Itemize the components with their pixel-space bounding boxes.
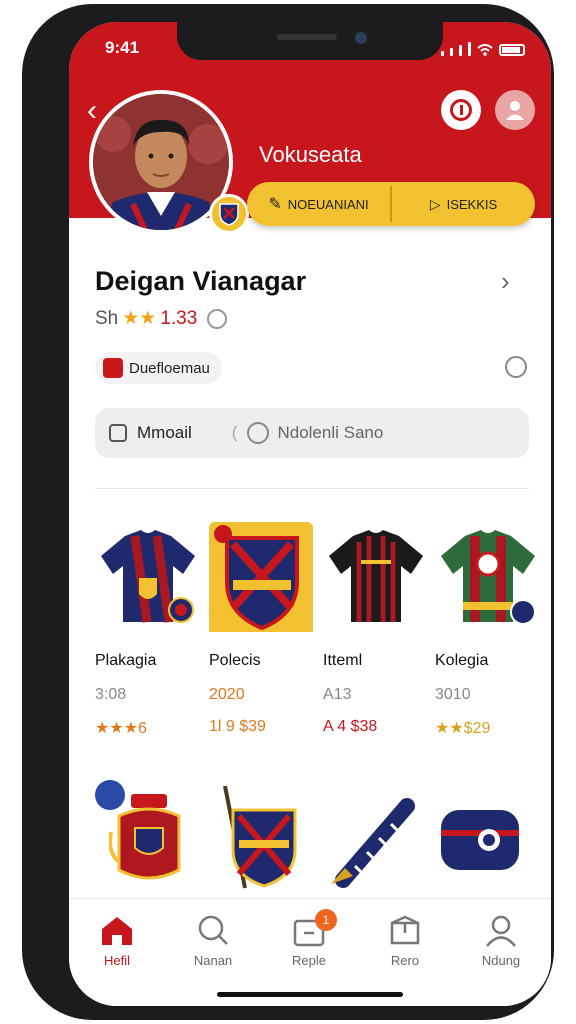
jersey-image [441, 530, 536, 625]
share-button[interactable]: ▷ ISEKKIS [392, 182, 535, 226]
verified-icon [207, 308, 228, 329]
nav-item-home[interactable]: Hefil [77, 915, 157, 968]
status-time: 9:41 [105, 38, 140, 57]
power-icon [450, 99, 472, 121]
rating-value: 1.33 [160, 307, 198, 329]
product-price: A 4 $38 [323, 718, 378, 735]
product-name: Plakagia [95, 652, 157, 669]
mail-icon [109, 424, 127, 442]
bottom-nav: Hefil Nanan 1 Reple Rero Ndung [69, 898, 551, 1006]
trophy-image[interactable] [109, 792, 189, 892]
club-crest-image [209, 522, 313, 632]
nav-label: Nanan [193, 953, 233, 968]
club-badge-icon [209, 194, 249, 234]
club-crest-icon [103, 358, 123, 378]
shirt-folded-image[interactable] [439, 802, 523, 878]
share-label: ISEKKIS [446, 196, 498, 212]
product-sales: 2020 [209, 686, 245, 703]
product-price: 1l 9 $39 [209, 718, 266, 735]
rating-row: Sh ★★ 1.33 [95, 307, 228, 330]
signal-icon [441, 51, 444, 56]
search-bar[interactable]: Mmoail ( Ndolenli Sano [95, 408, 529, 458]
nav-item-orders[interactable]: Rero [365, 915, 445, 968]
profile-name: Deigan Vianagar [95, 266, 307, 296]
nav-item-search[interactable]: Nanan [173, 915, 253, 968]
edit-label: NOEUANIANI [287, 196, 369, 212]
box-icon [390, 915, 420, 945]
power-button[interactable] [441, 90, 481, 130]
product-price: ★★$29 [435, 720, 491, 737]
home-indicator [217, 992, 403, 997]
product-sales: A13 [323, 686, 352, 703]
search-separator: ( [231, 423, 238, 442]
jersey-image [101, 530, 195, 623]
club-tag[interactable]: Duefloemau [95, 352, 222, 384]
compass-icon [247, 422, 270, 444]
product-sales: 3010 [435, 686, 471, 703]
chevron-right-icon[interactable]: › [501, 266, 510, 297]
jersey-image [329, 530, 423, 622]
star-icon: ★★ [122, 308, 157, 329]
info-icon[interactable] [505, 356, 527, 378]
cart-count-badge: 1 [315, 909, 337, 931]
camera-icon [355, 32, 367, 44]
product-name: Itteml [323, 652, 363, 669]
search-input[interactable]: Ndolenli Sano [277, 423, 383, 443]
rating-prefix: Sh [95, 307, 119, 329]
battery-icon [499, 44, 525, 56]
nav-item-profile[interactable]: Ndung [461, 915, 541, 968]
section-divider [95, 488, 529, 489]
edit-button[interactable]: ✎ NOEUANIANI [247, 182, 390, 226]
app-screen: 9:41 ‹ Vokuseata ✎ NOEUANIANI ▷ ISEKKIS … [69, 22, 551, 1006]
pennant-image[interactable] [219, 784, 299, 894]
scarf-image[interactable] [327, 796, 421, 888]
user-icon [506, 101, 524, 120]
back-button[interactable]: ‹ [87, 94, 97, 128]
nav-label: Rero [390, 953, 420, 968]
notch [177, 22, 443, 60]
profile-actions: ✎ NOEUANIANI ▷ ISEKKIS [247, 182, 535, 226]
search-icon [198, 915, 228, 945]
product-sales: 3:08 [95, 686, 127, 703]
edit-icon: ✎ [268, 196, 282, 213]
nav-label: Ndung [481, 953, 521, 968]
product-price: ★★★6 [95, 720, 147, 737]
club-tag-label: Duefloemau [129, 359, 210, 377]
wifi-icon [477, 44, 493, 56]
account-button[interactable] [495, 90, 535, 130]
home-icon [102, 917, 132, 945]
phone-frame: 9:41 ‹ Vokuseata ✎ NOEUANIANI ▷ ISEKKIS … [22, 4, 554, 1020]
product-name: Polecis [209, 652, 261, 669]
play-icon: ▷ [429, 195, 441, 212]
user-icon [486, 915, 516, 947]
nav-item-cart[interactable]: 1 Reple [269, 909, 349, 968]
header-title: Vokuseata [259, 142, 362, 167]
search-tab-label[interactable]: Mmoail [137, 423, 192, 443]
nav-label: Hefil [103, 953, 130, 968]
product-name: Kolegia [435, 652, 489, 669]
nav-label: Reple [292, 953, 326, 968]
status-icons [441, 42, 525, 56]
